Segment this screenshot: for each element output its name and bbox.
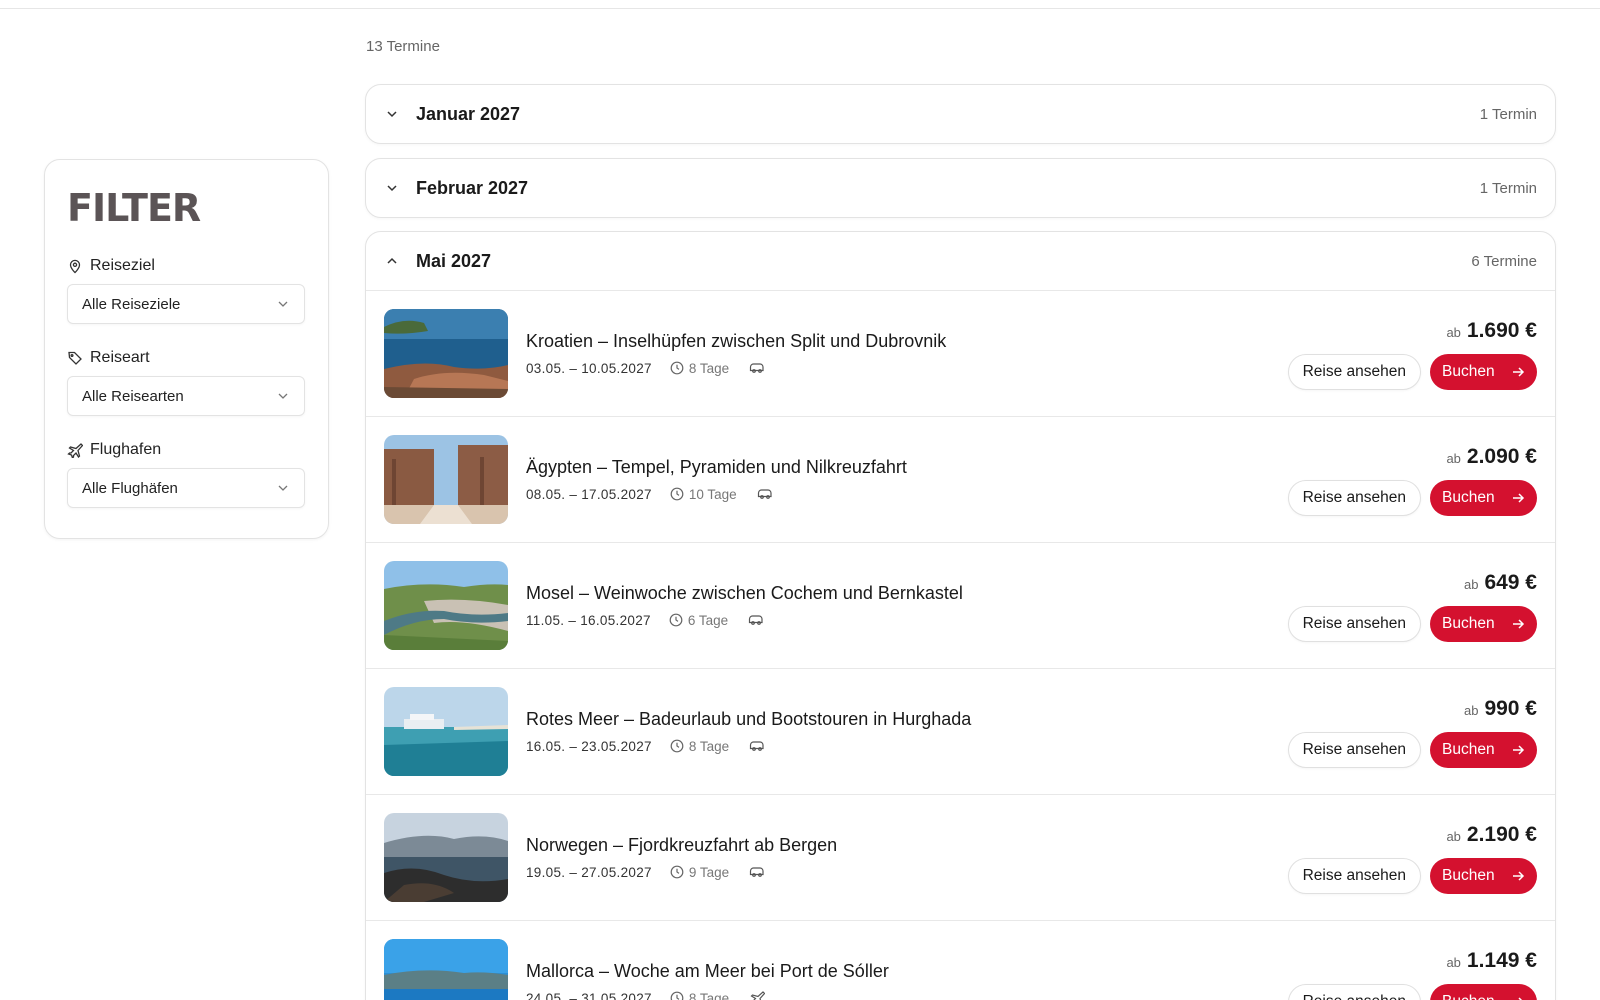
arrow-right-icon	[1513, 745, 1525, 755]
airport-select-value: Alle Flughäfen	[82, 479, 178, 497]
bus-icon	[749, 615, 763, 625]
results-count: 13 Termine	[366, 38, 440, 55]
destination-select[interactable]: Alle Reiseziele	[67, 284, 305, 324]
airport-select[interactable]: Alle Flughäfen	[67, 468, 305, 508]
trip-row: Rotes Meer – Badeurlaub und Bootstouren …	[366, 668, 1555, 794]
clock-icon	[670, 361, 684, 375]
clock-icon	[670, 739, 684, 753]
book-button[interactable]: Buchen	[1430, 480, 1537, 516]
plane-icon	[67, 443, 83, 458]
bus-icon	[750, 363, 764, 373]
filter-group-type: Reiseart Alle Reisearten	[67, 348, 306, 416]
book-button[interactable]: Buchen	[1430, 354, 1537, 390]
month-count: 6 Termine	[1471, 252, 1537, 270]
tag-icon	[68, 351, 82, 365]
trip-duration: 10 Tage	[688, 486, 737, 502]
trip-price: ab 2.190 €	[1446, 823, 1537, 846]
type-select-value: Alle Reisearten	[82, 387, 184, 405]
trip-duration: 8 Tage	[688, 738, 730, 754]
chevron-down-icon	[387, 111, 397, 118]
month-may-header[interactable]: Mai 2027 6 Termine	[366, 232, 1555, 290]
chevron-down-icon	[278, 485, 288, 491]
trip-duration: 9 Tage	[688, 864, 730, 880]
bus-icon	[757, 489, 772, 499]
month-title: Januar 2027	[416, 103, 521, 124]
trip-price: ab 1.149 €	[1446, 949, 1537, 972]
trip-price: ab 1.690 €	[1446, 319, 1537, 342]
trip-price: ab 990 €	[1463, 697, 1537, 720]
filter-label-airport: Flughafen	[90, 441, 162, 458]
view-trip-button[interactable]: Reise ansehen	[1287, 480, 1421, 516]
trip-dates: 11.05. – 16.05.2027	[526, 612, 651, 628]
view-trip-button[interactable]: Reise ansehen	[1287, 858, 1421, 894]
month-february[interactable]: Februar 2027 1 Termin	[365, 158, 1556, 218]
trip-dates: 16.05. – 23.05.2027	[526, 738, 652, 754]
arrow-right-icon	[1513, 619, 1525, 629]
trip-duration: 6 Tage	[687, 612, 729, 628]
filter-label-type: Reiseart	[90, 349, 150, 366]
plane-icon	[750, 991, 766, 1000]
trip-row: Ägypten – Tempel, Pyramiden und Nilkreuz…	[366, 416, 1555, 542]
clock-icon	[670, 865, 684, 879]
filter-group-destination: Reiseziel Alle Reiseziele	[67, 256, 306, 324]
month-may: Mai 2027 6 Termine Kroatien – Inselhüpfe…	[365, 231, 1556, 1000]
trip-image-norway[interactable]	[384, 813, 508, 902]
map-pin-icon	[69, 259, 81, 274]
trip-row: Mosel – Weinwoche zwischen Cochem und Be…	[366, 542, 1555, 668]
arrow-right-icon	[1518, 997, 1523, 1000]
trip-price: ab 649 €	[1463, 571, 1537, 594]
view-trip-button[interactable]: Reise ansehen	[1287, 732, 1421, 768]
trip-dates: 24.05. – 31.05.2027	[526, 990, 652, 1000]
trip-image-mosel[interactable]	[384, 561, 508, 650]
trip-dates: 19.05. – 27.05.2027	[526, 864, 652, 880]
destination-select-value: Alle Reiseziele	[82, 295, 181, 313]
trip-duration: 8 Tage	[688, 990, 730, 1000]
trip-image-mallorca[interactable]	[384, 939, 508, 1000]
clock-icon	[670, 991, 684, 1000]
view-trip-button[interactable]: Reise ansehen	[1287, 984, 1421, 1000]
book-button[interactable]: Buchen	[1430, 984, 1537, 1000]
month-title: Mai 2027	[416, 250, 492, 271]
clock-icon	[669, 613, 683, 627]
trip-price: ab 2.090 €	[1446, 445, 1537, 468]
filter-title: FILTER	[67, 186, 201, 230]
trip-row: Mallorca – Woche am Meer bei Port de Sól…	[366, 920, 1555, 1000]
view-trip-button[interactable]: Reise ansehen	[1287, 354, 1421, 390]
trip-row: Kroatien – Inselhüpfen zwischen Split un…	[366, 290, 1555, 416]
filter-panel: FILTER Reiseziel Alle Reiseziele Reisear…	[44, 159, 329, 539]
trip-dates: 08.05. – 17.05.2027	[526, 486, 652, 502]
trip-dates: 03.05. – 10.05.2027	[526, 360, 652, 376]
trip-image-red-sea[interactable]	[384, 687, 508, 776]
arrow-right-icon	[1513, 367, 1525, 377]
bus-icon	[750, 867, 764, 877]
trip-duration: 8 Tage	[688, 360, 730, 376]
type-select[interactable]: Alle Reisearten	[67, 376, 305, 416]
filter-label-destination: Reiseziel	[90, 257, 155, 274]
trip-image-croatia[interactable]	[384, 309, 508, 398]
book-button[interactable]: Buchen	[1430, 606, 1537, 642]
clock-icon	[670, 487, 684, 501]
month-title: Februar 2027	[416, 177, 529, 198]
chevron-down-icon	[278, 393, 288, 399]
arrow-right-icon	[1513, 871, 1525, 881]
book-button[interactable]: Buchen	[1430, 858, 1537, 894]
trip-image-egypt[interactable]	[384, 435, 508, 524]
filter-group-airport: Flughafen Alle Flughäfen	[67, 440, 306, 508]
chevron-up-icon	[387, 257, 397, 264]
month-count: 1 Termin	[1479, 105, 1537, 123]
chevron-down-icon	[278, 301, 288, 307]
month-january[interactable]: Januar 2027 1 Termin	[365, 84, 1556, 144]
trip-row: Norwegen – Fjordkreuzfahrt ab Bergen 19.…	[366, 794, 1555, 920]
arrow-right-icon	[1513, 493, 1525, 503]
top-divider	[0, 8, 1600, 9]
book-button[interactable]: Buchen	[1430, 732, 1537, 768]
month-count: 1 Termin	[1479, 179, 1537, 197]
view-trip-button[interactable]: Reise ansehen	[1287, 606, 1421, 642]
chevron-down-icon	[387, 185, 397, 192]
bus-icon	[750, 741, 764, 751]
